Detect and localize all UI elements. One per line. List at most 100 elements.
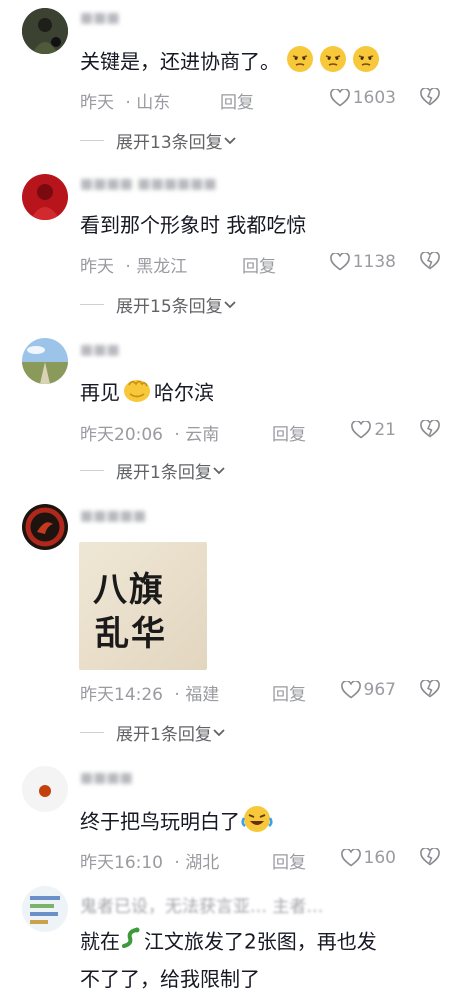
comment-time-location: 昨天 · 山东 (80, 88, 170, 113)
expand-replies-button[interactable]: 展开1条回复 (80, 720, 226, 745)
reply-button[interactable]: 回复 (272, 848, 306, 873)
like-count: 21 (374, 420, 396, 440)
expand-replies-label: 展开1条回复 (116, 463, 212, 483)
comment-text-line-2: 不了了，给我限制了 (80, 967, 260, 991)
comment-time: 昨天20:06 (80, 425, 163, 445)
dislike-button[interactable] (420, 87, 440, 111)
expand-replies-label: 展开15条回复 (116, 297, 223, 317)
comment-time-location: 昨天20:06 · 云南 (80, 420, 219, 445)
avatar-image (22, 886, 68, 932)
username-blurred[interactable]: ■■■■ (80, 770, 150, 790)
comment-time: 昨天 (80, 257, 114, 277)
avatar-image (22, 766, 68, 812)
avatar[interactable] (22, 504, 68, 550)
like-count: 1603 (352, 88, 396, 108)
dislike-button[interactable] (420, 251, 440, 275)
comment-meta: 昨天20:06 · 云南 回复 21 (80, 419, 462, 446)
expand-replies-button[interactable]: 展开1条回复 (80, 458, 226, 483)
dislike-heart-icon (420, 847, 440, 866)
avatar[interactable] (22, 338, 68, 384)
comment-dot: · (125, 257, 131, 277)
expand-replies-label: 展开1条回复 (116, 725, 212, 745)
like-button[interactable]: 1603 (329, 88, 396, 108)
avatar[interactable] (22, 174, 68, 220)
like-count: 160 (363, 848, 396, 868)
expand-replies-button[interactable]: 展开15条回复 (80, 292, 237, 317)
comment-text: 终于把鸟玩明白了 (80, 804, 274, 842)
reply-button[interactable]: 回复 (272, 680, 306, 705)
reply-button[interactable]: 回复 (220, 88, 254, 113)
heart-icon (340, 849, 361, 867)
comment-location: 山东 (136, 93, 171, 113)
comment-text: 再见 哈尔滨 (80, 375, 214, 413)
heart-icon (329, 253, 350, 271)
comment-location: 云南 (185, 425, 220, 445)
comment-meta: 昨天14:26 · 福建 回复 967 (80, 679, 462, 706)
chevron-down-icon (224, 136, 236, 144)
dislike-heart-icon (420, 251, 440, 270)
divider-dash (80, 140, 104, 141)
comment-text: 看到那个形象时 我都吃惊 (80, 213, 307, 237)
comment-time-location: 昨天16:10 · 湖北 (80, 848, 219, 873)
username-blurred[interactable]: ■■■ (80, 342, 126, 362)
comment-text: 关键是，还进协商了。 (80, 44, 382, 82)
waving-hand-emoji-icon (120, 375, 154, 413)
reply-to-text-blurred: 鬼者已设，无法获言亚… 主者… (80, 897, 324, 917)
snake-emoji-icon (120, 924, 144, 962)
avatar[interactable] (22, 886, 68, 932)
comment-image-line-2: 乱华 (95, 614, 167, 654)
comment-time: 昨天14:26 (80, 685, 163, 705)
annoyed-face-emoji-icon (286, 44, 382, 82)
reply-button[interactable]: 回复 (242, 252, 276, 277)
comment-time: 昨天 (80, 93, 114, 113)
comment-time: 昨天16:10 (80, 853, 163, 873)
comment-meta: 昨天16:10 · 湖北 回复 160 (80, 847, 462, 874)
like-button[interactable]: 160 (340, 848, 396, 868)
laughing-crying-emoji-icon (240, 804, 274, 842)
comment-text: 就在 江文旅发了2张图，再也发 (80, 924, 377, 962)
comment-dot: · (174, 685, 180, 705)
avatar-image (22, 174, 68, 220)
comment-image-line-1: 八旗 (93, 570, 165, 610)
like-button[interactable]: 967 (340, 680, 396, 700)
avatar[interactable] (22, 8, 68, 54)
avatar-image (22, 8, 68, 54)
heart-icon (351, 421, 372, 439)
dislike-heart-icon (420, 87, 440, 106)
like-button[interactable]: 21 (351, 420, 396, 440)
like-count: 1138 (352, 252, 396, 272)
avatar-image (22, 504, 68, 550)
username-blurred[interactable]: ■■■■■ (80, 508, 170, 528)
like-button[interactable]: 1138 (329, 252, 396, 272)
comment-dot: · (174, 425, 180, 445)
chevron-down-icon (224, 300, 236, 308)
heart-icon (329, 89, 350, 107)
like-count: 967 (363, 680, 396, 700)
divider-dash (80, 470, 104, 471)
comment-meta: 昨天 · 山东 回复 1603 (80, 87, 462, 114)
comment-image[interactable]: 八旗 乱华 (79, 542, 207, 670)
expand-replies-button[interactable]: 展开13条回复 (80, 128, 237, 153)
comment-time-location: 昨天14:26 · 福建 (80, 680, 219, 705)
comment-time-location: 昨天 · 黑龙江 (80, 252, 187, 277)
expand-replies-label: 展开13条回复 (116, 133, 223, 153)
avatar-image (22, 338, 68, 384)
username-blurred[interactable]: ■■■ (80, 10, 130, 30)
chevron-down-icon (213, 466, 225, 474)
username-blurred[interactable]: ■■■■ ■■■■■■ (80, 176, 230, 196)
dislike-button[interactable] (420, 419, 440, 443)
comment-location: 黑龙江 (136, 257, 188, 277)
comment-dot: · (125, 93, 131, 113)
comment-feed: ■■■ 关键是，还进协商了。 昨天 · 山东 回复 1603 展开13条回复 ■… (0, 0, 462, 1003)
dislike-heart-icon (420, 679, 440, 698)
comment-location: 湖北 (185, 853, 220, 873)
reply-button[interactable]: 回复 (272, 420, 306, 445)
divider-dash (80, 304, 104, 305)
dislike-button[interactable] (420, 847, 440, 871)
comment-dot: · (174, 853, 180, 873)
dislike-heart-icon (420, 419, 440, 438)
heart-icon (340, 681, 361, 699)
dislike-button[interactable] (420, 679, 440, 703)
comment-meta: 昨天 · 黑龙江 回复 1138 (80, 251, 462, 278)
avatar[interactable] (22, 766, 68, 812)
